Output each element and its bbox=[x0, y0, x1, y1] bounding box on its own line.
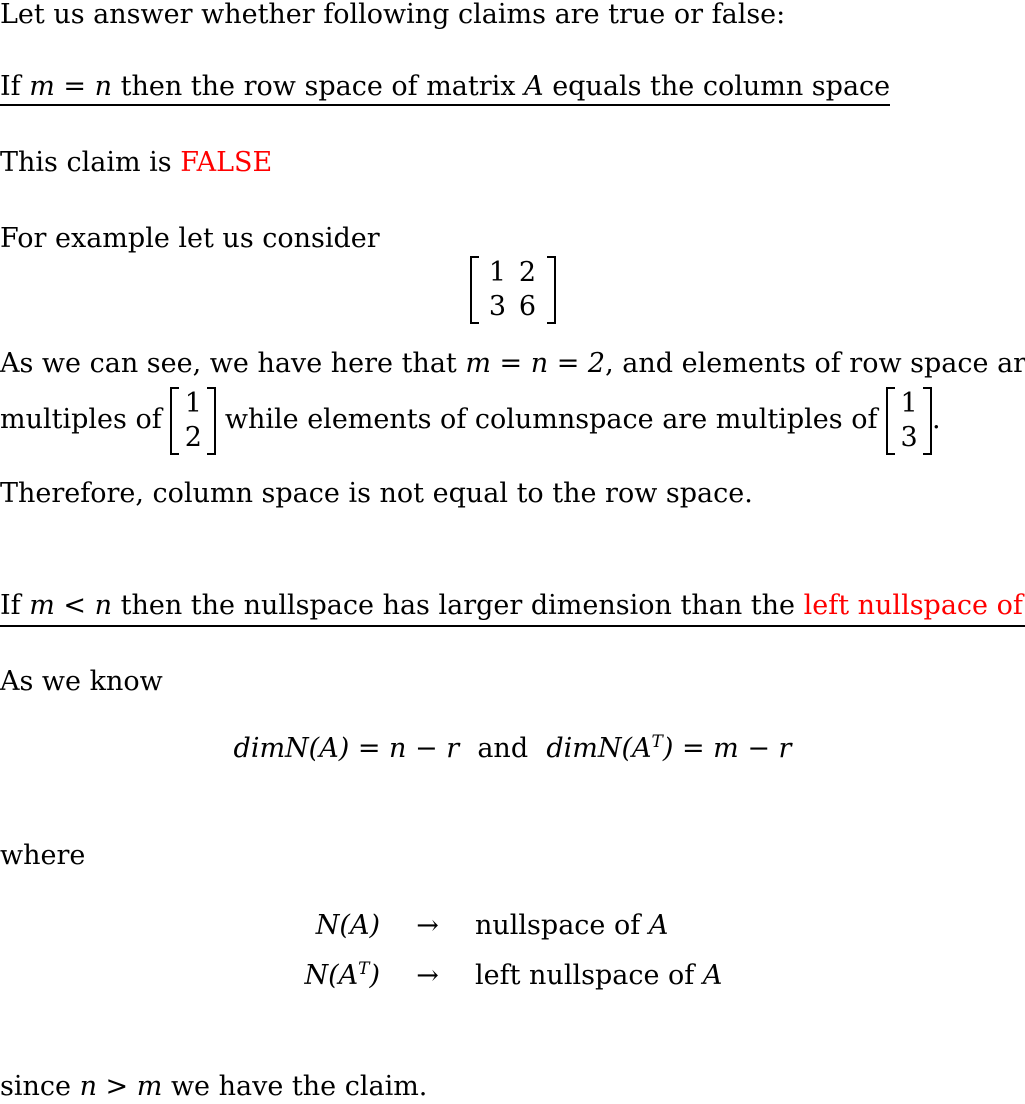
matrix-cell: 3 bbox=[488, 291, 507, 322]
right-bracket bbox=[546, 256, 556, 324]
intro-text: Let us answer whether following claims a… bbox=[0, 0, 786, 30]
claim-2-highlight: left nullspace of A bbox=[803, 590, 1025, 621]
left-bracket bbox=[469, 256, 479, 324]
formula-right: dimN(AT) = m − r bbox=[546, 732, 792, 764]
definitions-table: N(A) → nullspace of A N(AT) → left nulls… bbox=[270, 900, 722, 1000]
claim-1-heading: If m = n then the row space of matrix A … bbox=[0, 70, 891, 106]
claim-2-heading: If m < n then the nullspace has larger d… bbox=[0, 589, 1025, 627]
known-text: As we know bbox=[0, 666, 163, 697]
verdict-false: FALSE bbox=[180, 147, 273, 178]
explanation-line-1: As we can see, we have here that m = n =… bbox=[0, 348, 1025, 379]
formula-connector: and bbox=[477, 733, 529, 764]
claim-1-underlined: If m = n then the row space of matrix A … bbox=[0, 71, 891, 106]
arrow-icon: → bbox=[416, 909, 439, 941]
verdict-line: This claim is FALSE bbox=[0, 147, 273, 178]
definition-row: N(A) → nullspace of A bbox=[315, 909, 669, 941]
where-text: where bbox=[0, 840, 86, 871]
matrix-cell: 2 bbox=[518, 257, 537, 288]
claim-1-condition: m = n bbox=[29, 71, 113, 102]
matrix-cell: 1 bbox=[488, 257, 507, 288]
formula-left: dimN(A) = n − r bbox=[233, 733, 460, 764]
explanation-line-2: multiples of 1 2 while elements of colum… bbox=[0, 386, 941, 455]
dimension-formula: dimN(A) = n − r and dimN(AT) = m − r bbox=[0, 732, 1025, 764]
row-vector: 1 2 bbox=[170, 386, 217, 455]
definition-row: N(AT) → left nullspace of A bbox=[304, 959, 723, 991]
claim-2-condition: m < n bbox=[29, 590, 113, 621]
column-vector: 1 3 bbox=[886, 386, 933, 455]
claim-2-underlined: If m < n then the nullspace has larger d… bbox=[0, 589, 1025, 627]
example-intro: For example let us consider bbox=[0, 223, 380, 254]
arrow-icon: → bbox=[416, 959, 439, 991]
matrix-cell: 6 bbox=[518, 291, 537, 322]
conclusion-1: Therefore, column space is not equal to … bbox=[0, 478, 753, 509]
example-matrix: 1 2 3 6 bbox=[0, 256, 1025, 324]
final-statement: since n > m we have the claim. bbox=[0, 1071, 428, 1102]
